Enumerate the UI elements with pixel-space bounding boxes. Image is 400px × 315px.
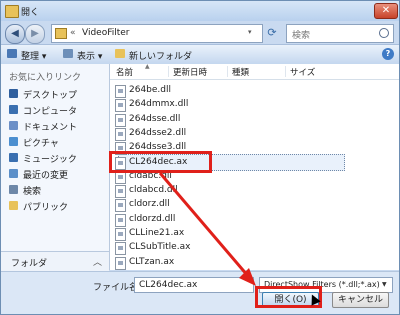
desktop-icon (9, 89, 18, 98)
file-row[interactable]: CLSubTitle.ax (115, 241, 285, 256)
address-dropdown-icon[interactable]: ▾ (248, 28, 252, 36)
file-name: CLSubTitle.ax (129, 242, 191, 253)
view-button[interactable]: 表示 ▾ (77, 49, 102, 62)
cancel-button[interactable]: キャンセル (332, 292, 389, 308)
file-icon (115, 185, 126, 199)
column-header: 名前 ▲ 更新日時 種類 サイズ (110, 64, 399, 80)
pictures-icon (9, 137, 18, 146)
column-divider[interactable] (285, 66, 286, 77)
file-name: 264dsse2.dll (129, 127, 187, 138)
column-divider[interactable] (168, 66, 169, 77)
file-name: cldorzd.dll (129, 213, 176, 224)
nav-item-label: 最近の変更 (23, 171, 69, 181)
refresh-button[interactable]: ⟳ (264, 25, 280, 41)
file-name: 264be.dll (129, 85, 172, 95)
search-input[interactable]: 検索 (286, 24, 394, 43)
search-icon (9, 185, 18, 194)
file-row[interactable]: 264dsse2.dll (115, 127, 285, 141)
file-icon (115, 242, 126, 256)
computer-icon (9, 105, 18, 114)
file-icon (115, 127, 126, 141)
file-name: 264dsse.dll (129, 113, 181, 124)
nav-item-label: コンピュータ (23, 107, 78, 117)
organize-icon (7, 49, 17, 58)
file-name: CLLine21.ax (129, 228, 185, 238)
highlight-box-file (109, 151, 212, 173)
organize-button[interactable]: 整理 ▾ (21, 49, 46, 62)
file-name: CLTzan.ax (129, 256, 175, 267)
chevron-up-icon: ︿ (93, 258, 103, 268)
file-icon (115, 113, 126, 127)
folder-icon (55, 28, 67, 39)
toolbar: 整理 ▾ 表示 ▾ 新しいフォルダ ? (1, 44, 399, 65)
nav-item-label: ドキュメント (23, 123, 78, 133)
nav-item-label: パブリック (23, 203, 69, 213)
view-icon (63, 49, 73, 58)
file-row[interactable]: 264dsse.dll (115, 113, 285, 127)
nav-item-label: デスクトップ (23, 91, 78, 101)
close-button[interactable]: ✕ (374, 3, 398, 19)
music-icon (9, 153, 18, 162)
favorites-title: お気に入りリンク (9, 73, 82, 83)
title-bar: 開く ✕ (1, 1, 399, 21)
file-row[interactable]: 264be.dll (115, 84, 285, 98)
back-button[interactable]: ◀ (5, 24, 25, 44)
file-row[interactable]: CLTzan.ax (115, 256, 285, 270)
nav-item-label: ミュージック (23, 155, 77, 165)
file-row[interactable]: cldorz.dll (115, 198, 285, 213)
folder-icon (5, 5, 19, 18)
filename-value: CL264dec.ax (139, 280, 198, 290)
file-icon (115, 199, 126, 213)
file-icon (115, 85, 126, 98)
dialog-footer: ファイル名(N): CL264dec.ax DirectShow Filters… (1, 271, 399, 314)
sort-ascending-icon: ▲ (145, 64, 150, 70)
address-path[interactable]: VideoFilter (82, 28, 130, 38)
column-modified[interactable]: 更新日時 (173, 66, 207, 78)
folders-label: フォルダ (11, 259, 48, 269)
file-row[interactable]: cldabcd.dll (115, 184, 285, 199)
new-folder-button[interactable]: 新しいフォルダ (129, 49, 192, 62)
address-bar[interactable]: « VideoFilter ▾ (51, 24, 263, 43)
new-folder-icon (115, 49, 125, 58)
help-button[interactable]: ? (382, 48, 394, 60)
file-row[interactable]: cldorzd.dll (115, 213, 285, 227)
search-placeholder: 検索 (292, 31, 311, 41)
navigation-pane: お気に入りリンク デスクトップ コンピュータ ドキュメント ピクチャミュージック 最近の… (1, 64, 110, 271)
nav-item-label: 検索 (23, 187, 42, 197)
file-row[interactable]: CLLine21.ax (115, 227, 285, 241)
recent-icon (9, 169, 18, 178)
file-icon (115, 99, 126, 113)
documents-icon (9, 121, 18, 130)
filename-field[interactable]: CL264dec.ax (134, 277, 254, 293)
forward-button[interactable]: ▶ (25, 24, 45, 44)
dropdown-arrow-icon: ▼ (382, 281, 387, 288)
search-icon[interactable] (379, 28, 389, 38)
column-divider[interactable] (227, 66, 228, 77)
address-separator: « (70, 28, 76, 38)
file-name: 264dmmx.dll (129, 99, 189, 110)
column-size[interactable]: サイズ (290, 66, 315, 78)
file-name: cldorz.dll (129, 199, 170, 210)
window-title: 開く (21, 8, 40, 18)
file-name: cldabcd.dll (129, 185, 178, 196)
column-type[interactable]: 種類 (232, 66, 249, 78)
file-icon (115, 256, 126, 270)
nav-item-label: ピクチャ (23, 139, 59, 149)
column-name[interactable]: 名前 (116, 66, 133, 78)
file-icon (115, 213, 126, 227)
file-icon (115, 228, 126, 241)
folders-toggle[interactable]: フォルダ ︿ (1, 251, 109, 271)
public-folder-icon (9, 201, 18, 210)
file-row[interactable]: 264dmmx.dll (115, 98, 285, 113)
